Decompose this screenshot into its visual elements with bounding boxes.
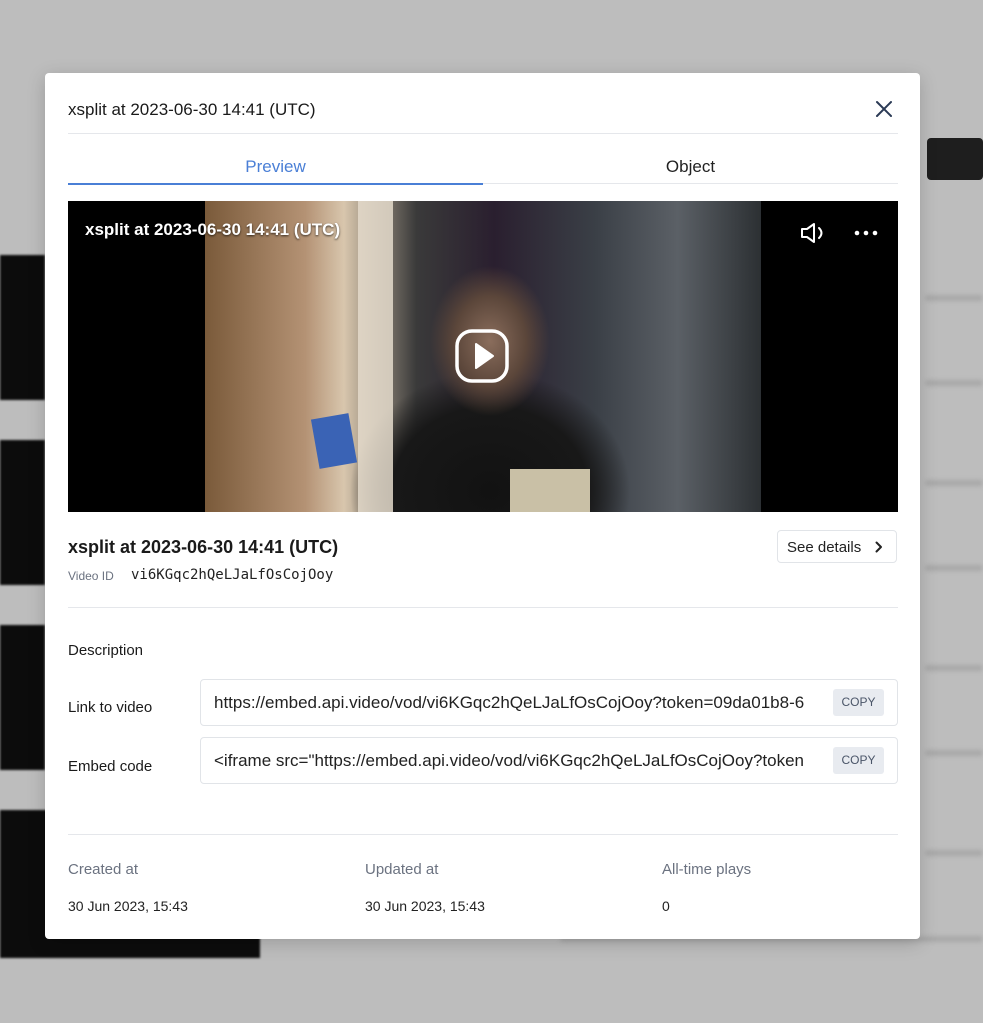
created-at-label: Created at — [68, 861, 139, 878]
modal-title: xsplit at 2023-06-30 14:41 (UTC) — [68, 100, 316, 119]
created-at-value: 30 Jun 2023, 15:43 — [68, 898, 188, 914]
video-name: xsplit at 2023-06-30 14:41 (UTC) — [68, 537, 339, 557]
volume-icon — [801, 223, 823, 243]
background-button — [927, 138, 983, 180]
chevron-right-icon — [875, 541, 882, 553]
see-details-label: See details — [787, 539, 862, 556]
link-to-video-field: COPY — [200, 679, 898, 726]
embed-code-label: Embed code — [68, 758, 153, 775]
link-to-video-label: Link to video — [68, 699, 153, 716]
video-frame-detail — [510, 469, 590, 512]
video-player[interactable]: xsplit at 2023-06-30 14:41 (UTC) — [68, 201, 898, 512]
section-divider — [68, 834, 898, 835]
updated-at-value: 30 Jun 2023, 15:43 — [365, 898, 485, 914]
more-icon — [854, 230, 878, 236]
video-id-value: vi6KGqc2hQeLJaLfOsCojOoy — [131, 567, 334, 583]
section-divider — [68, 607, 898, 608]
player-title: xsplit at 2023-06-30 14:41 (UTC) — [85, 220, 341, 239]
video-id-label: Video ID — [68, 569, 114, 583]
background-thumbnail — [0, 255, 45, 400]
modal-header: xsplit at 2023-06-30 14:41 (UTC) — [68, 73, 898, 134]
play-button[interactable] — [454, 328, 510, 384]
tab-object[interactable]: Object — [483, 157, 898, 183]
see-details-button[interactable]: See details — [777, 530, 897, 563]
all-time-plays-value: 0 — [662, 898, 670, 914]
background-text — [925, 480, 983, 486]
background-thumbnail — [0, 625, 45, 770]
background-text — [925, 565, 983, 571]
close-icon — [876, 101, 892, 117]
background-thumbnail — [0, 440, 45, 585]
volume-button[interactable] — [799, 221, 829, 245]
copy-link-button[interactable]: COPY — [833, 689, 884, 716]
updated-at-label: Updated at — [365, 861, 439, 878]
play-icon — [455, 329, 509, 383]
background-text — [925, 295, 983, 301]
link-to-video-input[interactable] — [214, 693, 822, 713]
copy-embed-button[interactable]: COPY — [833, 747, 884, 774]
background-text — [925, 750, 983, 756]
tab-preview[interactable]: Preview — [68, 157, 483, 185]
video-frame-detail — [358, 201, 393, 512]
background-text — [925, 380, 983, 386]
tab-bar: Preview Object — [68, 157, 898, 185]
embed-code-field: COPY — [200, 737, 898, 784]
video-frame-detail — [310, 413, 358, 469]
all-time-plays-label: All-time plays — [662, 861, 752, 878]
description-label: Description — [68, 642, 144, 659]
close-button[interactable] — [874, 99, 894, 119]
more-options-button[interactable] — [853, 223, 881, 243]
background-text — [925, 665, 983, 671]
background-text — [925, 850, 983, 856]
video-details-modal: xsplit at 2023-06-30 14:41 (UTC) Preview… — [45, 73, 920, 939]
embed-code-input[interactable] — [214, 751, 822, 771]
